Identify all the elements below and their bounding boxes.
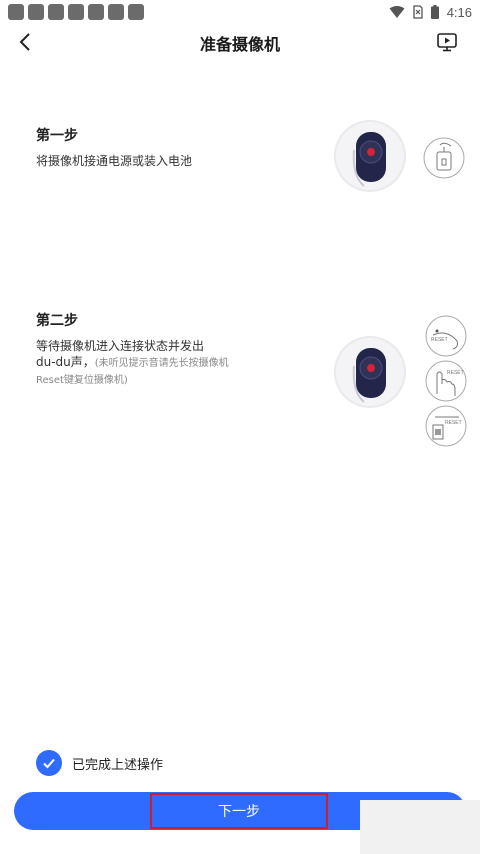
step-two-title: 第二步	[36, 313, 78, 329]
step-two-description: 等待摄像机进入连接状态并发出 du-du声，(未听见提示音请先长按摄像机Rese…	[36, 338, 246, 388]
reset-press-icon: RESET	[425, 315, 467, 357]
notification-icon	[88, 4, 104, 20]
notification-icon	[48, 4, 64, 20]
step-two: 第二步 等待摄像机进入连接状态并发出 du-du声，(未听见提示音请先长按摄像机…	[36, 310, 246, 388]
status-time: 4:16	[446, 4, 472, 20]
overlay-panel	[360, 800, 480, 854]
prepare-camera-screen: 4:16 准备摄像机 第一步 将摄像机接通电源或装入电池 第二步 等待摄像机进入…	[0, 0, 480, 854]
page-title: 准备摄像机	[199, 35, 280, 54]
reset-hold-icon: RESET	[425, 360, 467, 402]
status-bar: 4:16	[0, 0, 480, 24]
notification-icons	[8, 4, 144, 20]
step-one-description: 将摄像机接通电源或装入电池	[36, 154, 193, 168]
step-two-description-line1: 等待摄像机进入连接状态并发出	[36, 339, 205, 353]
header: 准备摄像机	[0, 26, 480, 60]
video-tutorial-icon[interactable]	[436, 31, 458, 53]
confirm-checkbox[interactable]: 已完成上述操作	[36, 750, 163, 776]
reset-label: RESET	[445, 420, 462, 426]
next-step-label: 下一步	[150, 793, 328, 829]
camera-illustration	[334, 336, 406, 408]
notification-icon	[68, 4, 84, 20]
notification-icon	[8, 4, 24, 20]
camera-illustration	[334, 120, 406, 192]
notification-icon	[128, 4, 144, 20]
notification-icon	[108, 4, 124, 20]
notification-icon	[28, 4, 44, 20]
wifi-icon	[389, 6, 405, 18]
reset-label: RESET	[447, 370, 464, 376]
back-button[interactable]	[14, 30, 38, 54]
battery-icon	[430, 5, 439, 19]
step-two-description-line2: du-du声，	[36, 355, 95, 369]
sim-no-signal-icon	[413, 5, 423, 19]
status-right: 4:16	[389, 5, 472, 20]
check-icon	[36, 750, 62, 776]
power-plug-icon	[423, 137, 465, 179]
reset-device-icon: RESET	[425, 405, 467, 447]
step-one-title: 第一步	[36, 128, 78, 144]
confirm-label: 已完成上述操作	[72, 757, 164, 773]
step-one: 第一步 将摄像机接通电源或装入电池	[36, 125, 192, 169]
reset-label: RESET	[431, 337, 448, 343]
